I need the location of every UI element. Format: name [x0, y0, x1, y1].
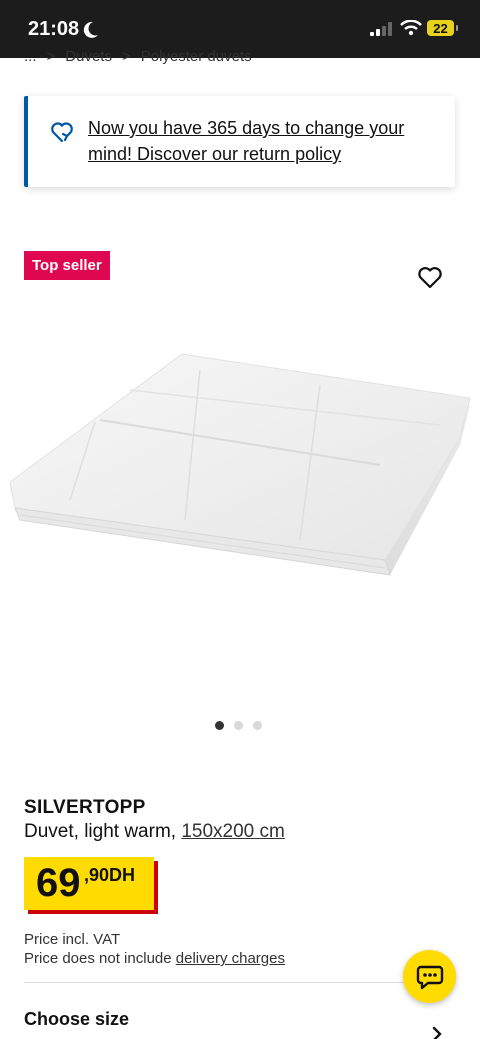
chat-icon — [416, 965, 443, 989]
moon-icon — [83, 21, 99, 38]
price-tag: 69 ,90DH — [24, 857, 154, 910]
wifi-icon — [400, 20, 422, 36]
choose-size-title[interactable]: Choose size — [24, 1009, 129, 1030]
delivery-note: Price does not include delivery charges — [24, 949, 285, 968]
product-image[interactable] — [0, 310, 480, 610]
heart-icon[interactable] — [416, 263, 444, 291]
chevron-right-icon[interactable] — [430, 1026, 444, 1039]
return-policy-notice[interactable]: Now you have 365 days to change your min… — [24, 96, 455, 187]
breadcrumb-item-polyester-duvets[interactable]: Polyester duvets — [141, 48, 252, 65]
clock-text: 21:08 — [28, 18, 80, 40]
breadcrumb-ellipsis[interactable]: ... — [24, 48, 37, 65]
price-decimal-currency: ,90DH — [84, 865, 136, 885]
carousel-dot-2[interactable] — [234, 721, 243, 730]
carousel-dots — [215, 721, 262, 730]
battery-indicator: 22 — [427, 20, 454, 36]
delivery-note-text: Price does not include — [24, 950, 172, 967]
product-size-link[interactable]: 150x200 cm — [181, 821, 285, 842]
carousel-dot-3[interactable] — [253, 721, 262, 730]
breadcrumb-separator: > — [121, 47, 131, 65]
price-note: Price incl. VAT Price does not include d… — [24, 930, 285, 968]
divider — [24, 982, 456, 983]
delivery-charges-link[interactable]: delivery charges — [176, 950, 285, 967]
chat-button[interactable] — [403, 950, 456, 1003]
product-description: Duvet, light warm, 150x200 cm — [24, 821, 285, 843]
top-seller-badge: Top seller — [24, 251, 110, 280]
breadcrumb: ... > Duvets > Polyester duvets — [24, 46, 324, 66]
return-policy-link[interactable]: Now you have 365 days to change your min… — [88, 115, 438, 167]
product-name: SILVERTOPP — [24, 797, 146, 818]
price-integer: 69 — [36, 861, 81, 905]
price-vat-note: Price incl. VAT — [24, 931, 121, 948]
signal-icon — [370, 22, 392, 36]
battery-tip — [456, 25, 458, 31]
breadcrumb-item-duvets[interactable]: Duvets — [65, 48, 112, 65]
carousel-dot-1[interactable] — [215, 721, 224, 730]
product-type: Duvet, light warm, — [24, 821, 177, 842]
breadcrumb-separator: > — [46, 47, 56, 65]
status-time: 21:08 — [28, 18, 99, 41]
return-heart-icon — [51, 122, 73, 143]
